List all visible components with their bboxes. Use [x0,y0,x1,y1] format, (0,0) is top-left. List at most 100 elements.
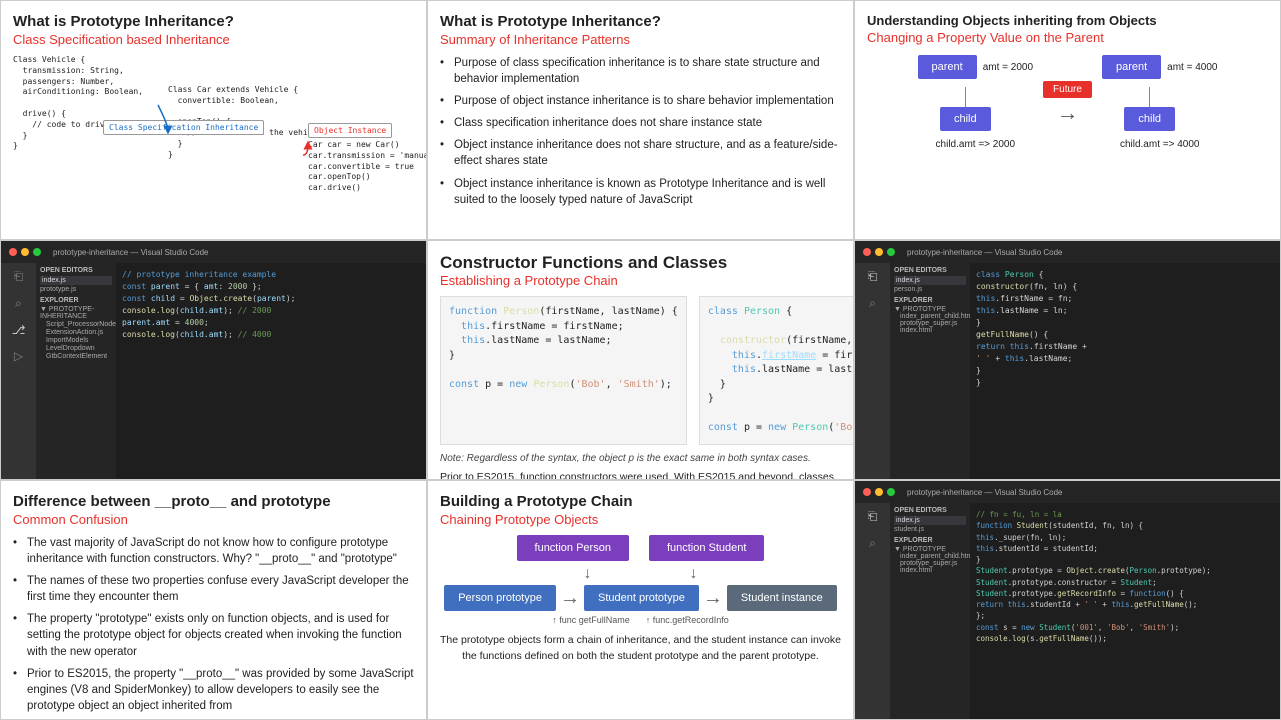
p5-note: Note: Regardless of the syntax, the obje… [440,453,841,464]
line-after [1149,87,1150,107]
filetree-9-item1[interactable]: index.js [894,516,966,525]
object-instance-label: Object Instance [308,123,392,138]
p8-desc: The prototype objects form a chain of in… [440,633,841,665]
student-proto-box: Student prototype [584,585,699,611]
editor-9-body: ⎗ ⌕ OPEN EDITORS index.js student.js EXP… [855,503,1280,719]
panel-7: Difference between __proto__ and prototy… [0,480,427,720]
sidebar-icon-git[interactable]: ⎇ [1,317,36,343]
before-parent-box: parent [918,55,977,79]
filetree-item-8[interactable]: GtbContextElement [40,353,112,360]
sidebar-9-search[interactable]: ⌕ [855,530,890,557]
before-group: parent amt = 2000 child child.amt => 200… [918,55,1034,150]
editor-6-body: ⎗ ⌕ OPEN EDITORS index.js person.js EXPL… [855,263,1280,479]
filetree-item-4[interactable]: Script_ProcessorNode [40,321,112,328]
p7-bullets: The vast majority of JavaScript do not k… [13,535,414,714]
filetree-6-b[interactable]: prototype_super.js [894,320,966,327]
filetree-6-item2[interactable]: person.js [894,286,966,293]
before-child-box: child [940,107,991,131]
editor-9-title: prototype-inheritance — Visual Studio Co… [907,488,1063,497]
p7-bullet-3: The property "prototype" exists only on … [13,611,414,659]
editor-9-header: prototype-inheritance — Visual Studio Co… [855,481,1280,503]
filetree-9-c[interactable]: index.html [894,567,966,574]
proto-arrow-2: → [703,587,723,610]
sidebar-icon-files[interactable]: ⎗ [1,263,36,290]
p5-subtitle: Establishing a Prototype Chain [440,273,841,288]
filetree-6-dir[interactable]: ▼ PROTOTYPE [894,306,966,313]
class-code-box: class Person { constructor(firstName, la… [699,296,854,445]
func-code-box: function Person(firstName, lastName) { t… [440,296,687,445]
future-box: Future [1043,81,1092,98]
filetree-9-dir[interactable]: ▼ PROTOTYPE [894,546,966,553]
p3-diagram: parent amt = 2000 child child.amt => 200… [867,55,1268,150]
p8-subtitle: Chaining Prototype Objects [440,512,841,527]
editor-9-code: // fn = fu, ln = la function Student(stu… [970,503,1280,719]
after-child-amt: child.amt => 4000 [1120,139,1200,150]
filetree-6-c[interactable]: index.html [894,327,966,334]
editor-6-code: class Person { constructor(fn, ln) { thi… [970,263,1280,479]
future-right-arrow: → [1057,102,1079,124]
sidebar-icon-search[interactable]: ⌕ [1,290,36,317]
p8-prototype-row: Person prototype → Student prototype → S… [440,585,841,611]
filetree-item-3[interactable]: ▼ PROTOTYPE-INHERITANCE [40,306,112,320]
filetree-item-7[interactable]: LevelDropdown [40,345,112,352]
p8-labels-row: ↑ func getFullName ↑ func.getRecordInfo [440,615,841,625]
filetree-6-a[interactable]: index_parent_child.html [894,313,966,320]
class-spec-label: Class Specification Inheritance [103,120,264,135]
proto-arrow-1: → [560,587,580,610]
filetree-item-1[interactable]: index.js [40,276,112,285]
editor-4-header: prototype-inheritance — Visual Studio Co… [1,241,426,263]
p7-bullet-4: Prior to ES2015, the property "__proto__… [13,666,414,714]
panel-8: Building a Prototype Chain Chaining Prot… [427,480,854,720]
p5-desc: Prior to ES2015, function constructors w… [440,470,841,481]
dot-yellow [21,248,29,256]
filetree-6-explorer: EXPLORER [894,297,966,304]
panel-3: Understanding Objects inheriting from Ob… [854,0,1281,240]
filetree-item-5[interactable]: ExtensionAction.js [40,329,112,336]
dot-green [33,248,41,256]
future-arrow-group: Future → [1043,81,1092,124]
filetree-item-2[interactable]: prototype.js [40,286,112,293]
before-child-amt: child.amt => 2000 [936,139,1016,150]
editor-6-sidebar: ⎗ ⌕ [855,263,890,479]
panel-9-editor: prototype-inheritance — Visual Studio Co… [854,480,1281,720]
p8-down-arrows: ↓ ↓ [440,565,841,583]
filetree-6-item1[interactable]: index.js [894,276,966,285]
dot-yellow-9 [875,488,883,496]
p7-bullet-2: The names of these two properties confus… [13,573,414,605]
func-person-box: function Person [517,535,629,561]
bullet-2: Purpose of object instance inheritance i… [440,93,841,109]
editor-6-header: prototype-inheritance — Visual Studio Co… [855,241,1280,263]
filetree-9-b[interactable]: prototype_super.js [894,560,966,567]
func-label-1: ↑ func getFullName [552,615,630,625]
p2-title: What is Prototype Inheritance? [440,13,841,30]
sidebar-6-search[interactable]: ⌕ [855,290,890,317]
dot-green-9 [887,488,895,496]
p8-title: Building a Prototype Chain [440,493,841,510]
arrow-down-1: ↓ [584,565,592,583]
p1-diagram: Class Vehicle { transmission: String, pa… [13,55,414,205]
editor-9-sidebar: ⎗ ⌕ [855,503,890,719]
p2-bullets: Purpose of class specification inheritan… [440,55,841,208]
editor-9-filetree: OPEN EDITORS index.js student.js EXPLORE… [890,503,970,719]
panel-2: What is Prototype Inheritance? Summary o… [427,0,854,240]
sidebar-icon-debug[interactable]: ▷ [1,343,36,369]
arrow-down-2: ↓ [690,565,698,583]
filetree-9-a[interactable]: index_parent_child.html [894,553,966,560]
sidebar-6-files[interactable]: ⎗ [855,263,890,290]
filetree-9-label: OPEN EDITORS [894,507,966,514]
p5-code-examples: function Person(firstName, lastName) { t… [440,296,841,445]
dot-red [9,248,17,256]
editor-6-filetree: OPEN EDITORS index.js person.js EXPLORER… [890,263,970,479]
panel-5: Constructor Functions and Classes Establ… [427,240,854,480]
bullet-1: Purpose of class specification inheritan… [440,55,841,87]
vehicle-code: Class Vehicle { transmission: String, pa… [13,55,158,152]
editor-4-body: ⎗ ⌕ ⎇ ▷ OPEN EDITORS index.js prototype.… [1,263,426,479]
filetree-item-6[interactable]: ImportModels [40,337,112,344]
filetree-explorer: EXPLORER [40,297,112,304]
student-instance-box: Student instance [727,585,837,611]
sidebar-9-files[interactable]: ⎗ [855,503,890,530]
filetree-9-item2[interactable]: student.js [894,526,966,533]
editor-6-title: prototype-inheritance — Visual Studio Co… [907,248,1063,257]
p3-subtitle: Changing a Property Value on the Parent [867,30,1268,45]
p3-title: Understanding Objects inheriting from Ob… [867,13,1268,28]
